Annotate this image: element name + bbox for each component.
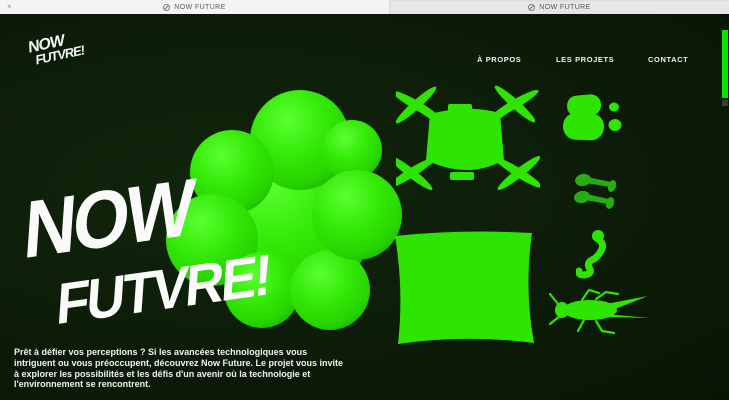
- headline-future: FUTVRE!: [55, 249, 271, 332]
- site-logo[interactable]: NOW FUTVRE!: [28, 30, 84, 68]
- now-future-page: NOW FUTVRE! À PROPOS LES PROJETS CONTACT…: [0, 14, 729, 400]
- tab-favicon-icon: [163, 4, 170, 11]
- tab-title: NOW FUTURE: [539, 4, 590, 11]
- headline-now: NOW: [22, 170, 194, 269]
- grasshopper-icon: [548, 284, 653, 340]
- nav-item-contact[interactable]: CONTACT: [648, 55, 688, 64]
- figure-squiggle-icon: [576, 228, 612, 280]
- robot-blobs-icon: [558, 92, 628, 152]
- intro-paragraph: Prêt à défier vos perceptions ? Si les a…: [14, 347, 346, 390]
- scrollbar-box: [722, 100, 728, 106]
- screen: × NOW FUTURE NOW FUTURE NOW FUTVRE! À PR…: [0, 0, 729, 400]
- earbuds-icon: [574, 170, 622, 214]
- tab-title: NOW FUTURE: [174, 4, 225, 11]
- tab-favicon-icon: [528, 4, 535, 11]
- scrollbar-thumb[interactable]: [722, 30, 728, 98]
- close-icon[interactable]: ×: [7, 3, 12, 11]
- browser-tab-bar: × NOW FUTURE NOW FUTURE: [0, 0, 729, 14]
- tab-now-future-2[interactable]: NOW FUTURE: [390, 0, 729, 14]
- green-screen-shape: [392, 228, 539, 350]
- nav-item-les-projets[interactable]: LES PROJETS: [556, 55, 614, 64]
- drone-icon: [396, 60, 540, 198]
- tab-now-future-1[interactable]: × NOW FUTURE: [0, 0, 390, 14]
